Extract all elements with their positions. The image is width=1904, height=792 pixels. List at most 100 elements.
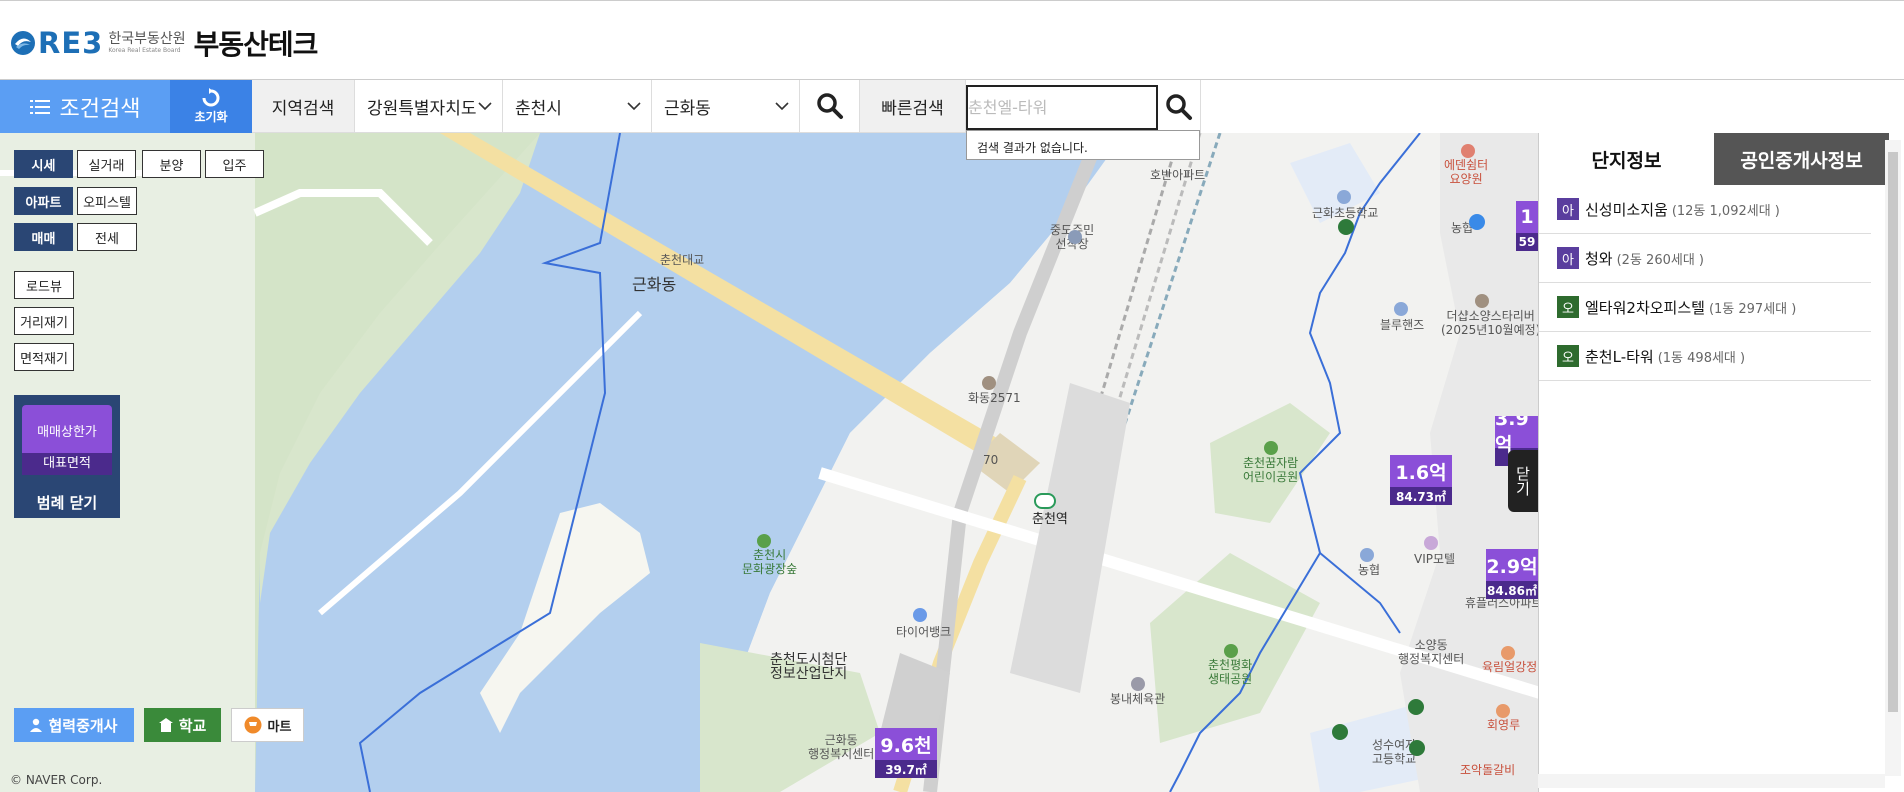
- price-marker-value: 2.9억: [1486, 549, 1538, 581]
- city-select[interactable]: 춘천시: [503, 80, 652, 133]
- area-measure-button[interactable]: 면적재기: [14, 343, 74, 371]
- logo-org: 한국부동산원 Korea Real Estate Board: [108, 31, 185, 55]
- chevron-down-icon: [775, 101, 789, 110]
- close-panel-tab[interactable]: 닫기: [1508, 450, 1538, 512]
- filter-type-apartment[interactable]: 아파트: [14, 187, 73, 215]
- region-search-button[interactable]: [800, 80, 860, 133]
- price-marker-area: 39.7㎡: [875, 760, 937, 778]
- type-badge: 오: [1557, 345, 1579, 367]
- tab-broker-info[interactable]: 공인중개사정보: [1714, 133, 1889, 185]
- logo-org-en: Korea Real Estate Board: [108, 47, 181, 54]
- dong-select[interactable]: 근화동: [652, 80, 800, 133]
- station-icon: [1034, 493, 1056, 509]
- logo[interactable]: RE3 한국부동산원 Korea Real Estate Board 부동산테크: [10, 23, 319, 63]
- scrollbar-thumb[interactable]: [1888, 152, 1898, 712]
- quick-search-button[interactable]: [1158, 80, 1200, 133]
- filter-deal-jeonse[interactable]: 전세: [77, 223, 137, 251]
- complex-sub: (2동 260세대 ): [1616, 252, 1704, 268]
- reset-label: 초기화: [194, 110, 228, 124]
- condition-search-button[interactable]: 조건검색: [0, 80, 170, 133]
- complex-sub: (1동 297세대 ): [1708, 301, 1797, 317]
- filter-price-movein[interactable]: 입주: [205, 150, 264, 178]
- close-panel-label: 닫기: [1513, 466, 1532, 496]
- map-label-park1-line1: 춘천꿈자람: [1243, 456, 1299, 470]
- dong-value: 근화동: [664, 98, 711, 119]
- region-search-text: 지역검색: [271, 98, 335, 119]
- broker-button[interactable]: 협력중개사: [14, 708, 134, 742]
- mart-button[interactable]: 마트: [231, 708, 304, 742]
- filter-type-officetel[interactable]: 오피스텔: [77, 187, 137, 215]
- building-icon: [1475, 294, 1489, 308]
- complex-list-item[interactable]: 아 청와 (2동 260세대 ): [1539, 234, 1871, 283]
- quick-search-label: 빠른검색: [860, 80, 966, 133]
- cart-icon: [244, 716, 262, 734]
- roadview-button[interactable]: 로드뷰: [14, 271, 74, 299]
- person-icon: [30, 718, 43, 732]
- park-icon: [757, 534, 771, 548]
- distance-measure-button[interactable]: 거리재기: [14, 307, 74, 335]
- school-badge-icon: [1338, 219, 1354, 235]
- price-marker[interactable]: 2.9억 84.86㎡: [1486, 549, 1538, 599]
- legend-line2: 대표면적: [22, 453, 112, 475]
- reset-button[interactable]: 초기화: [170, 80, 252, 133]
- map[interactable]: 춘천대교 근화동 호반아파트 중도주민 선착장 화동2571 70 춘천역 춘천…: [0, 133, 1538, 792]
- legend-close-button[interactable]: 범례 닫기: [14, 488, 120, 518]
- map-label-hwadong: 화동2571: [968, 391, 1021, 405]
- broker-label: 협력중개사: [48, 716, 118, 735]
- filter-price-sale[interactable]: 분양: [142, 150, 201, 178]
- condition-search-label: 조건검색: [59, 96, 141, 122]
- school-button[interactable]: 학교: [144, 708, 221, 742]
- hospital-icon: [1461, 144, 1475, 158]
- price-marker-area: 84.86㎡: [1486, 581, 1538, 599]
- province-select[interactable]: 강원특별자치도: [355, 80, 503, 133]
- map-label-bridge: 춘천대교: [660, 253, 705, 267]
- quick-search-input[interactable]: [966, 85, 1158, 130]
- region-search-label: 지역검색: [252, 80, 355, 133]
- vertical-scrollbar[interactable]: [1885, 140, 1901, 776]
- complex-list-item[interactable]: 아 신성미소지움 (12동 1,092세대 ): [1539, 185, 1871, 234]
- map-label-thesharp-line2: (2025년10월예정): [1441, 323, 1538, 337]
- map-label-complex-line2: 정보산업단지: [770, 666, 848, 682]
- chevron-down-icon: [627, 101, 641, 110]
- price-marker-area: 84.73㎡: [1390, 487, 1452, 505]
- complex-list-item[interactable]: 오 춘천L-타워 (1동 498세대 ): [1539, 332, 1871, 381]
- panel-tabs: 단지정보 공인중개사정보: [1539, 133, 1889, 185]
- legend: 매매상한가 대표면적 범례 닫기: [14, 395, 120, 518]
- tab-complex-info[interactable]: 단지정보: [1539, 133, 1714, 185]
- toolbar: 조건검색 초기화 지역검색 강원특별자치도 춘천시 근화동 빠른검색 춘천엘-타…: [0, 80, 1904, 133]
- complex-name: 신성미소지움: [1585, 200, 1668, 219]
- map-label-culture-line2: 문화광장숲: [742, 562, 798, 576]
- list-icon: [29, 99, 50, 114]
- map-label-nonghyup2: 농협: [1358, 563, 1381, 577]
- horizontal-scrollbar[interactable]: [1538, 774, 1885, 788]
- building-icon: [982, 376, 996, 390]
- map-label-joak: 조악돌갈비: [1460, 763, 1516, 777]
- type-badge: 아: [1557, 247, 1579, 269]
- map-label-center-line2: 행정복지센터: [808, 747, 875, 761]
- filter-price-sise[interactable]: 시세: [14, 150, 73, 178]
- complex-info-panel: 단지정보 공인중개사정보 아 신성미소지움 (12동 1,092세대 ) 아 청…: [1538, 133, 1904, 792]
- school-badge-icon: [1408, 699, 1424, 715]
- price-marker[interactable]: 1 59: [1516, 201, 1538, 251]
- price-marker[interactable]: 1.6억 84.73㎡: [1390, 455, 1452, 505]
- complex-sub: (12동 1,092세대 ): [1671, 203, 1780, 219]
- map-label-thesharp: 더샵소양스타리버 (2025년10월예정): [1441, 309, 1538, 337]
- quick-search-text: 빠른검색: [881, 98, 944, 119]
- price-marker[interactable]: 9.6천 39.7㎡: [875, 728, 937, 778]
- site-title: 부동산테크: [193, 28, 319, 61]
- complex-name: 춘천L-타워: [1585, 347, 1654, 366]
- map-label-park2-line2: 생태공원: [1208, 672, 1253, 686]
- map-label-route70: 70: [983, 453, 999, 467]
- type-badge: 오: [1557, 296, 1579, 318]
- map-label-park1-line2: 어린이공원: [1243, 470, 1299, 484]
- restaurant-icon: [1496, 704, 1510, 718]
- filter-price-real[interactable]: 실거래: [77, 150, 136, 178]
- map-label-eden: 에덴쉼터 요양원: [1444, 158, 1488, 186]
- complex-list-item[interactable]: 오 엘타워2차오피스텔 (1동 297세대 ): [1539, 283, 1871, 332]
- toolbar-divider: [1200, 80, 1201, 133]
- filter-deal-sale[interactable]: 매매: [14, 223, 73, 251]
- type-badge: 아: [1557, 198, 1579, 220]
- bank-icon: [1360, 548, 1374, 562]
- no-result-dropdown: 검색 결과가 없습니다.: [966, 130, 1200, 160]
- school-badge-icon: [1332, 724, 1348, 740]
